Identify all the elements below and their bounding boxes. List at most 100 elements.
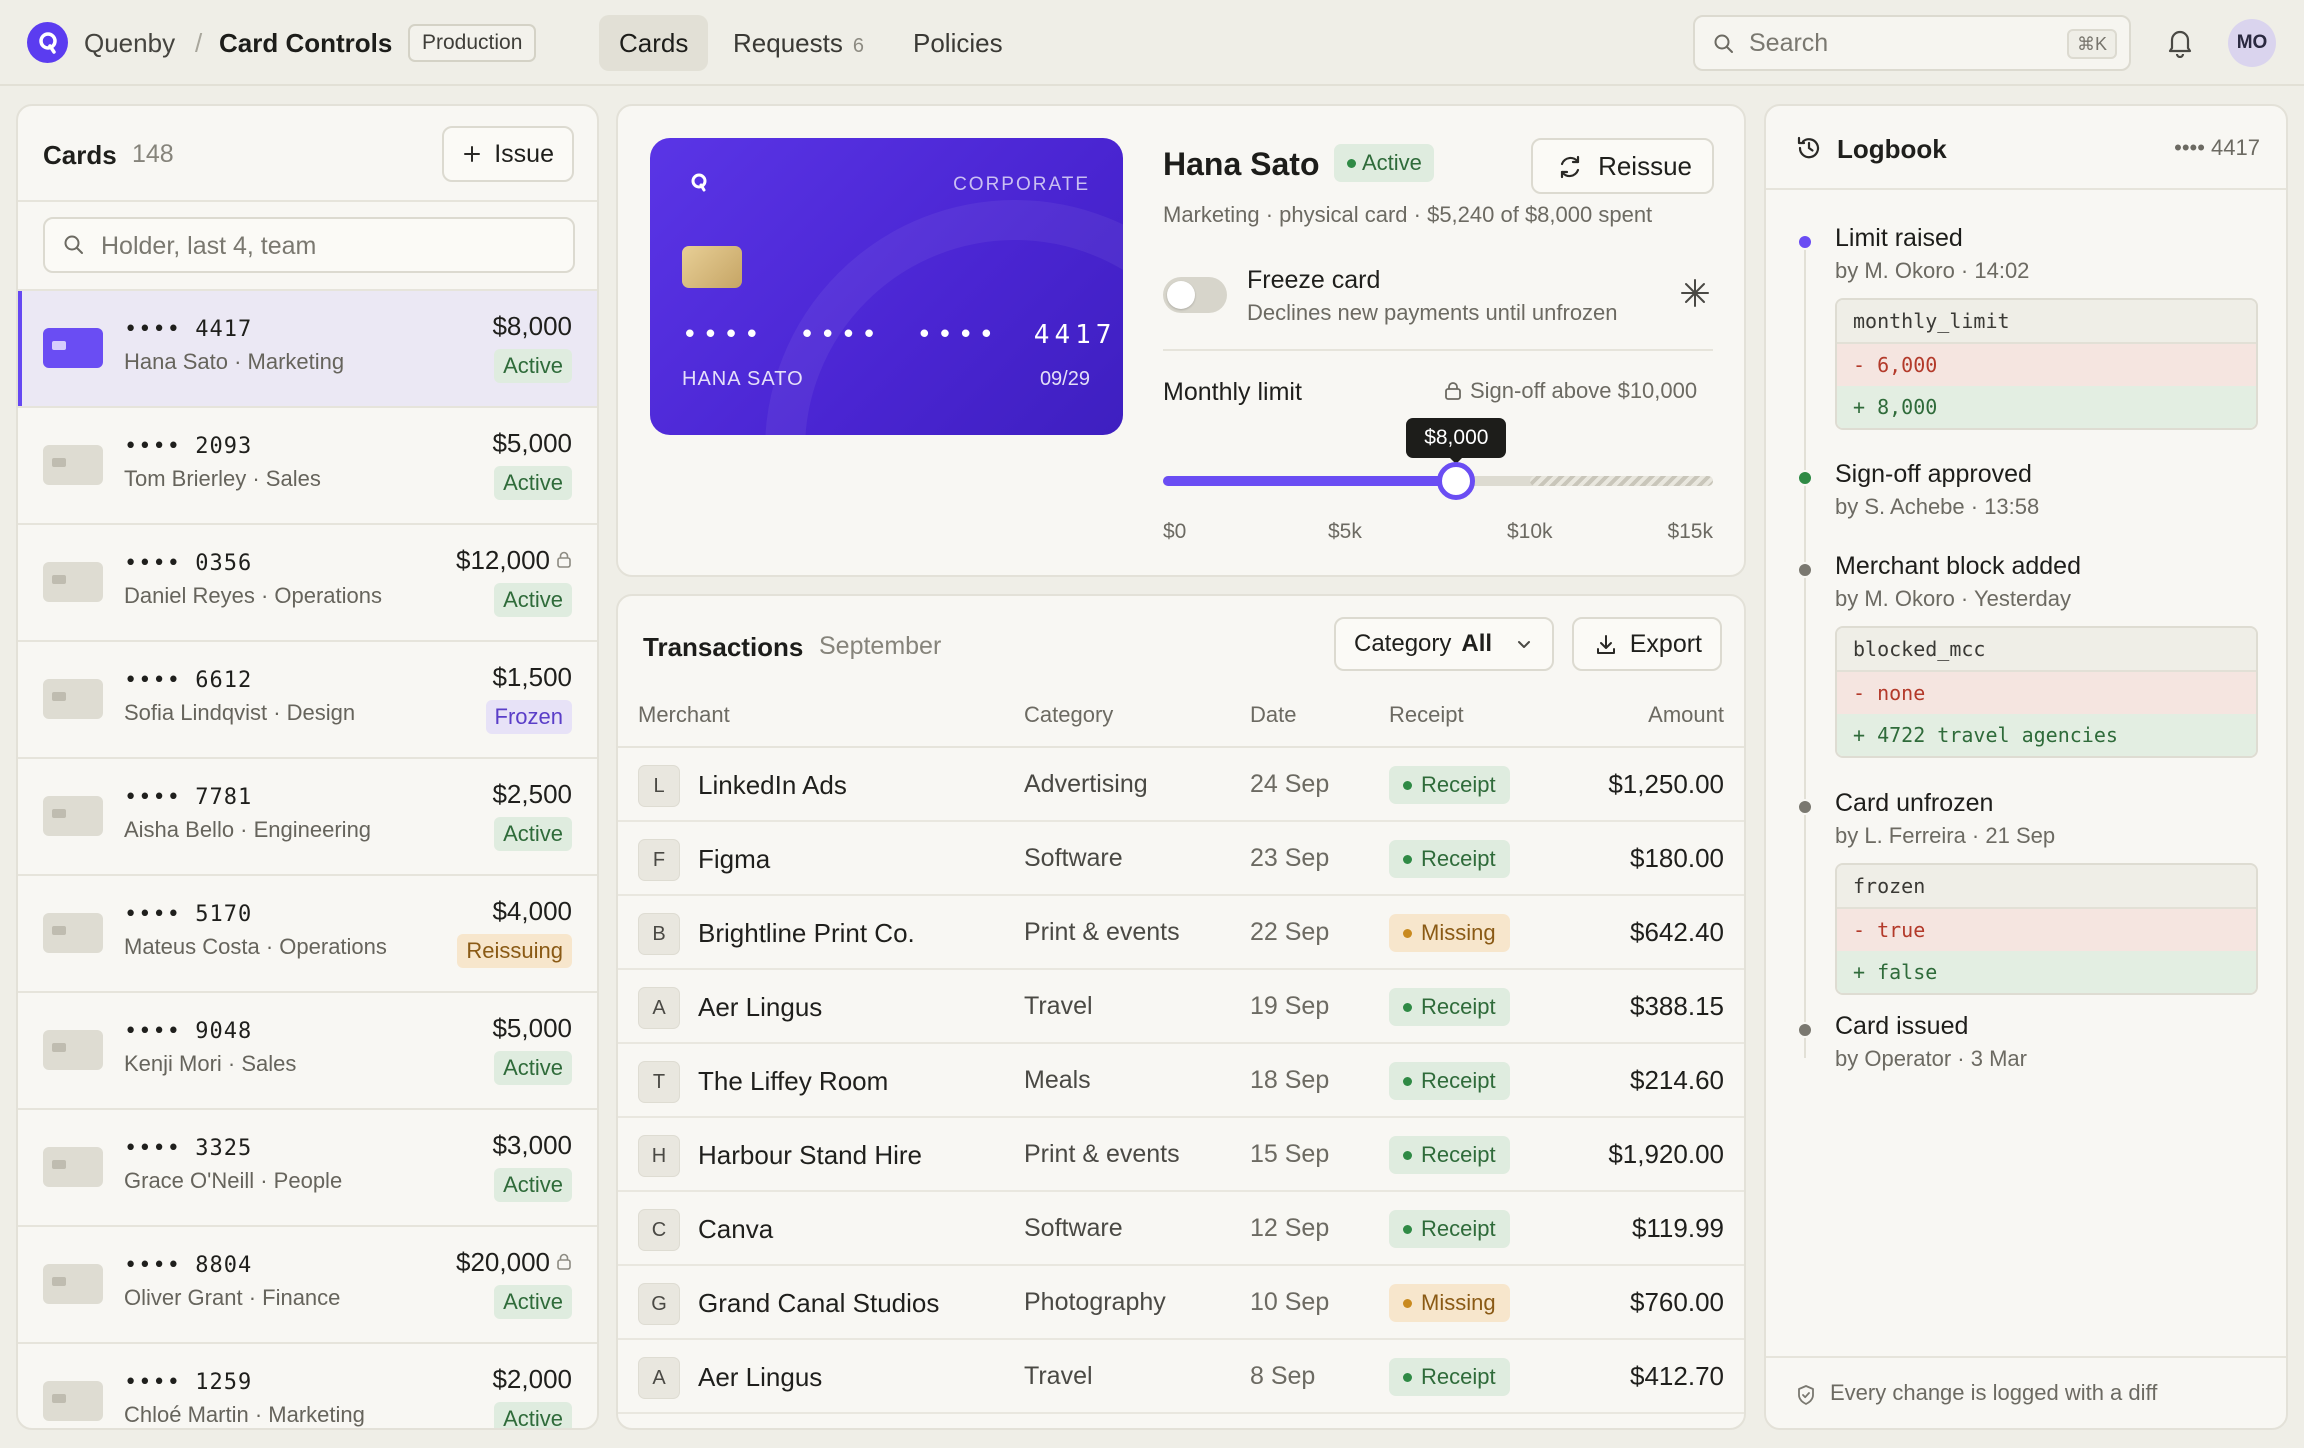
card-list-item[interactable]: •••• 7781 Aisha Bello · Engineering $2,500… [18,757,597,874]
status-badge: Active [494,1285,572,1319]
card-list-item[interactable]: •••• 1259 Chloé Martin · Marketing $2,000 A… [18,1342,597,1428]
card-list-item[interactable]: •••• 6612 Sofia Lindqvist · Design $1,500 F… [18,640,597,757]
card-search-input[interactable]: Holder, last 4, team [43,217,575,273]
card-list-item[interactable]: •••• 8804 Oliver Grant · Finance $20,000 Ac… [18,1225,597,1342]
card-search-placeholder: Holder, last 4, team [101,232,317,260]
table-row[interactable]: L LinkedIn Ads Advertising 24 Sep Receipt $1,… [618,748,1744,822]
limit-tooltip: $8,000 [1406,418,1507,464]
global-search-input[interactable]: Search ⌘K [1693,15,2131,71]
receipt-badge[interactable]: Receipt [1389,766,1510,804]
table-row[interactable]: F Figma Software 23 Sep Receipt $180.00 [618,822,1744,896]
table-row[interactable]: A Aer Lingus Travel 8 Sep Receipt $412.70 [618,1340,1744,1414]
card-list-item[interactable]: •••• 0356 Daniel Reyes · Operations $12,00… [18,523,597,640]
receipt-badge[interactable]: Receipt [1389,988,1510,1026]
col-date[interactable]: Date [1250,702,1296,728]
category-filter-select[interactable]: Category All [1334,617,1554,671]
card-limit-value: $2,000 [492,1364,572,1394]
card-last4: •••• 5170 [124,902,253,927]
breadcrumb-org[interactable]: Quenby [84,27,175,59]
transaction-category: Travel [1024,992,1093,1020]
limit-slider[interactable] [1163,462,1713,500]
reissue-button[interactable]: Reissue [1531,138,1714,194]
tab-policies[interactable]: Policies [893,15,1023,71]
col-category[interactable]: Category [1024,702,1113,728]
receipt-badge[interactable]: Missing [1389,914,1510,952]
card-thumbnail-icon [43,328,103,368]
slider-thumb[interactable] [1437,462,1476,500]
table-row[interactable]: B Brightline Print Co. Print & events 22 Se… [618,896,1744,970]
export-button[interactable]: Export [1572,617,1722,671]
timeline-dot [1797,234,1813,250]
col-receipt[interactable]: Receipt [1389,702,1464,728]
card-holder: Mateus Costa · Operations [124,934,387,959]
issue-card-button[interactable]: Issue [442,126,574,182]
receipt-badge[interactable]: Receipt [1389,1062,1510,1100]
change-diff: monthly_limit - 6,000 + 8,000 [1835,298,2258,430]
table-row[interactable]: T The Liffey Room Meals 18 Sep Receipt $214.6… [618,1044,1744,1118]
card-list-item[interactable]: •••• 4417 Hana Sato · Marketing $8,000 Acti… [18,289,597,406]
table-row[interactable]: A Aer Lingus Travel 19 Sep Receipt $388.15 [618,970,1744,1044]
receipt-badge[interactable]: Receipt [1389,840,1510,878]
transactions-period: September [819,632,942,660]
merchant-initial-icon: L [638,765,680,807]
issue-button-label: Issue [494,140,554,168]
col-merchant[interactable]: Merchant [638,702,730,728]
table-row[interactable]: C Canva Software 12 Sep Receipt $119.99 [618,1192,1744,1266]
chip-icon [52,1043,66,1052]
card-chip-icon [682,246,742,288]
card-list-item[interactable]: •••• 3325 Grace O'Neill · People $3,000 Act… [18,1108,597,1225]
bell-icon[interactable] [2165,26,2195,58]
tick-label: $0 [1163,520,1187,543]
table-row[interactable]: G Grand Canal Studios Photography 10 Sep Mis… [618,1266,1744,1340]
card-limit: $3,000 [492,1130,572,1161]
history-icon [1797,136,1820,159]
card-thumbnail-icon [43,1030,103,1070]
chip-icon [52,341,66,350]
transaction-amount: $412.70 [1630,1361,1724,1391]
download-icon [1597,635,1615,654]
col-amount[interactable]: Amount [1648,702,1724,728]
event-title: Limit raised [1835,224,1963,252]
card-list-item[interactable]: •••• 9048 Kenji Mori · Sales $5,000 Active [18,991,597,1108]
merchant-initial-icon: B [638,913,680,955]
lock-icon [1445,382,1461,400]
transaction-amount: $642.40 [1630,917,1724,947]
divider [18,200,597,202]
diff-removed: - 6,000 [1837,344,2256,386]
tab-cards[interactable]: Cards [599,15,709,71]
merchant-name: Canva [698,1214,774,1244]
card-list-item[interactable]: •••• 5170 Mateus Costa · Operations $4,000… [18,874,597,991]
transaction-amount: $119.99 [1631,1213,1724,1243]
change-diff: frozen - true + false [1835,863,2258,995]
transaction-date: 23 Sep [1250,844,1330,872]
merchant-name: Aer Lingus [698,1362,823,1392]
requests-count-badge: 6 [852,35,864,57]
avatar[interactable]: MO [2228,19,2276,67]
tick-label: $15k [1667,520,1713,543]
freeze-toggle[interactable] [1163,277,1227,313]
plus-icon [464,146,480,162]
event-title: Card unfrozen [1835,789,1994,817]
merchant-name: LinkedIn Ads [698,770,847,800]
event-title: Sign-off approved [1835,460,2032,488]
tab-requests[interactable]: Requests 6 [713,15,884,71]
table-row[interactable]: H Harbour Stand Hire Print & events 15 Sep R… [618,1118,1744,1192]
logbook-footer-text: Every change is logged with a diff [1830,1380,2158,1405]
transaction-date: 18 Sep [1250,1066,1330,1094]
receipt-badge[interactable]: Receipt [1389,1210,1510,1248]
card-last4: •••• 4417 [124,317,253,342]
transaction-date: 10 Sep [1250,1288,1330,1316]
freeze-subtitle: Declines new payments until unfrozen [1247,300,1618,325]
card-limit-value: $5,000 [492,1013,572,1043]
quenby-logo-icon[interactable] [27,22,68,63]
logbook-card-ref: •••• 4417 [2174,135,2260,160]
receipt-badge[interactable]: Receipt [1389,1136,1510,1174]
card-limit-value: $5,000 [492,428,572,458]
snowflake-icon [1681,279,1709,307]
receipt-badge[interactable]: Missing [1389,1284,1510,1322]
transaction-category: Software [1024,844,1123,872]
environment-badge[interactable]: Production [408,24,537,62]
card-thumbnail-icon [43,562,103,602]
receipt-badge[interactable]: Receipt [1389,1358,1510,1396]
card-list-item[interactable]: •••• 2093 Tom Brierley · Sales $5,000 Activ… [18,406,597,523]
